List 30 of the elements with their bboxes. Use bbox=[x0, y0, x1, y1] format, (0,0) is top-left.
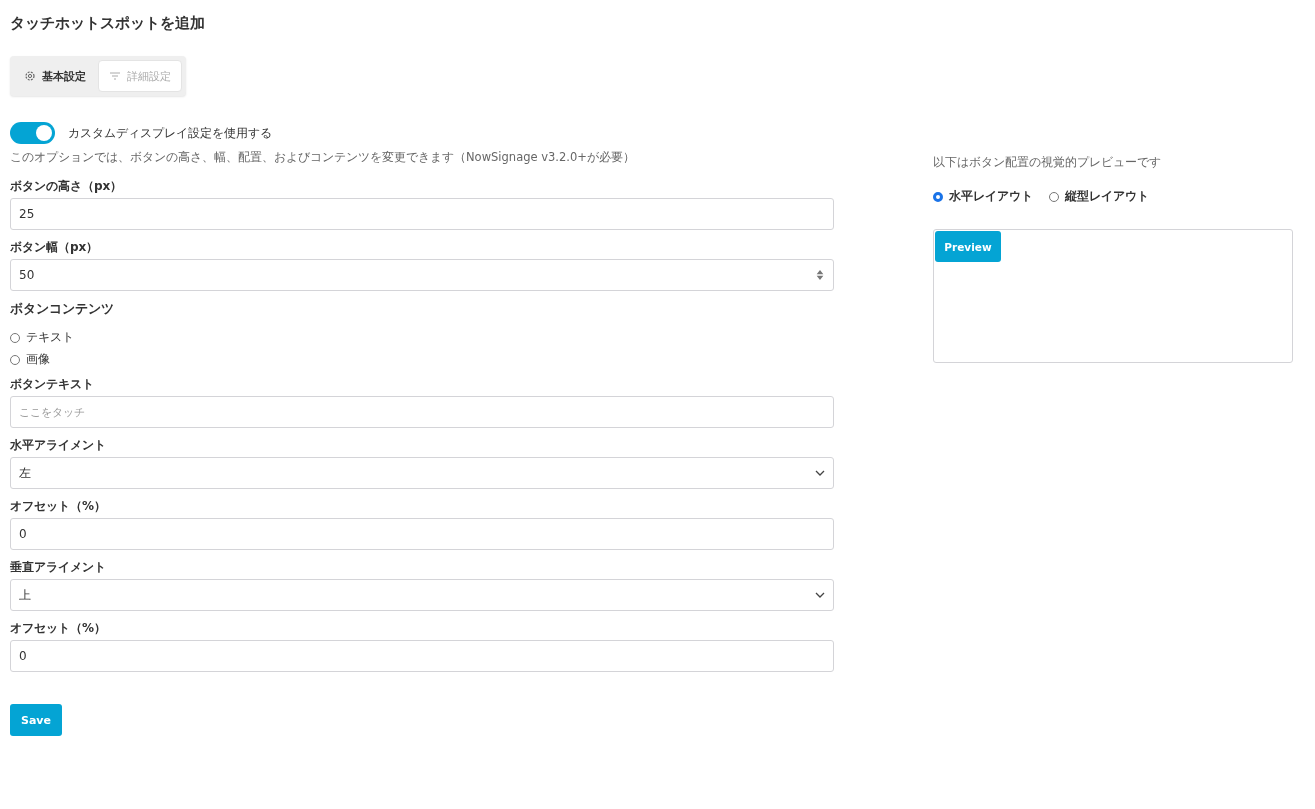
radio-label: 水平レイアウト bbox=[949, 188, 1033, 205]
field-label: 垂直アライメント bbox=[10, 560, 107, 575]
input-field[interactable]: 25 bbox=[10, 198, 834, 230]
toggle-switch[interactable] bbox=[10, 122, 55, 144]
select-field[interactable]: 上 bbox=[10, 579, 834, 611]
input-field[interactable]: 50 bbox=[10, 259, 834, 291]
filter-icon bbox=[109, 70, 121, 82]
field-label: オフセット（%） bbox=[10, 621, 108, 636]
spinner-icon[interactable] bbox=[815, 270, 825, 280]
field-label: ボタンの高さ（px） bbox=[10, 179, 124, 194]
select-field[interactable]: 左 bbox=[10, 457, 834, 489]
tab[interactable]: 基本設定 bbox=[14, 60, 96, 92]
page-title: タッチホットスポットを追加 bbox=[10, 14, 206, 34]
chevron-down-icon bbox=[815, 468, 825, 478]
preview-caption: 以下はボタン配置の視覚的プレビューです bbox=[933, 155, 1162, 170]
radio-label: 縦型レイアウト bbox=[1065, 188, 1149, 205]
radio-label: テキスト bbox=[26, 330, 74, 345]
radio-label: 画像 bbox=[26, 352, 50, 367]
field-label: オフセット（%） bbox=[10, 499, 108, 514]
input-field[interactable]: 0 bbox=[10, 518, 834, 550]
toggle-label: カスタムディスプレイ設定を使用する bbox=[68, 124, 272, 142]
section-heading: ボタンコンテンツ bbox=[10, 301, 115, 318]
gear-icon bbox=[24, 70, 36, 82]
field-label: ボタンテキスト bbox=[10, 377, 95, 392]
field-label: ボタン幅（px） bbox=[10, 240, 100, 255]
input-field[interactable]: 0 bbox=[10, 640, 834, 672]
chevron-down-icon bbox=[815, 590, 825, 600]
description-text: このオプションでは、ボタンの高さ、幅、配置、およびコンテンツを変更できます（NowSignage v3.2.0+が必要） bbox=[10, 150, 636, 165]
field-label: 水平アライメント bbox=[10, 438, 107, 453]
radio-button[interactable] bbox=[933, 191, 943, 202]
